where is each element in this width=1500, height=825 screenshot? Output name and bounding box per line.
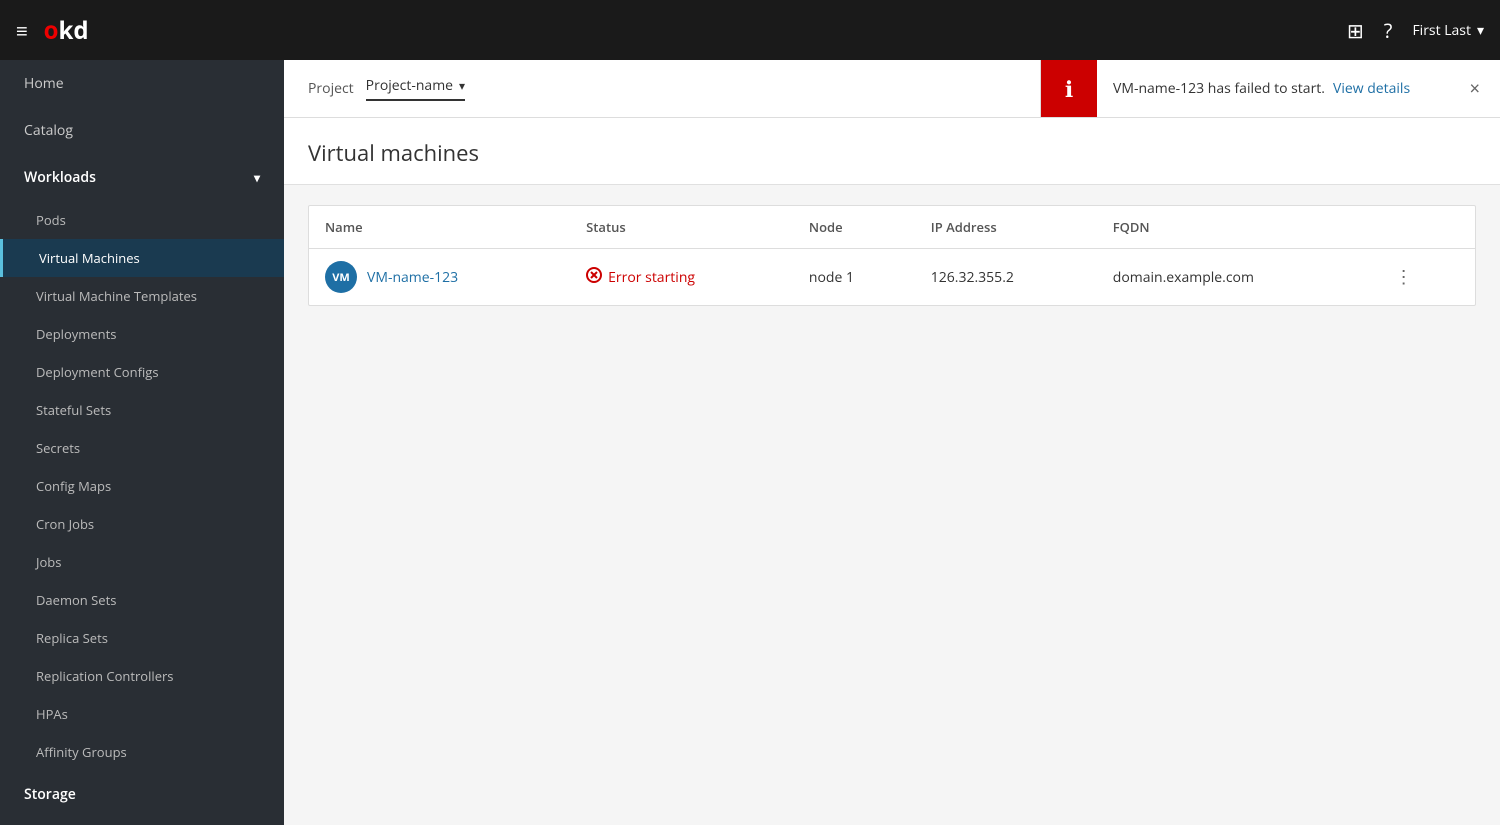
- app-logo: okd: [44, 14, 89, 47]
- col-header-actions: [1371, 206, 1475, 249]
- sidebar-replica-sets-label: Replica Sets: [36, 629, 108, 647]
- sidebar-home-label: Home: [24, 74, 64, 93]
- sidebar-daemon-sets-label: Daemon Sets: [36, 591, 116, 609]
- cell-fqdn: domain.example.com: [1097, 249, 1371, 306]
- help-icon[interactable]: ?: [1384, 17, 1393, 44]
- cell-status: Error starting: [570, 249, 793, 306]
- project-name: Project-name: [366, 76, 453, 95]
- sidebar-item-jobs[interactable]: Jobs: [0, 543, 284, 581]
- notification-icon-area: ℹ: [1041, 60, 1097, 117]
- sidebar-storage-label: Storage: [24, 785, 76, 804]
- sidebar-vm-label: Virtual Machines: [39, 249, 140, 267]
- sidebar-item-deployments[interactable]: Deployments: [0, 315, 284, 353]
- notification-message: VM-name-123 has failed to start.: [1113, 79, 1325, 98]
- vm-name-cell: VM VM-name-123: [325, 261, 554, 293]
- hamburger-menu[interactable]: ≡: [16, 17, 28, 44]
- user-menu[interactable]: First Last ▾: [1412, 21, 1484, 40]
- col-header-fqdn: FQDN: [1097, 206, 1371, 249]
- project-chevron-icon: ▾: [459, 77, 465, 94]
- workloads-chevron-icon: ▾: [254, 169, 260, 186]
- layout: Home Catalog Workloads ▾ Pods Virtual Ma…: [0, 60, 1500, 825]
- sidebar-item-replication-controllers[interactable]: Replication Controllers: [0, 657, 284, 695]
- cell-actions: ⋮: [1371, 249, 1475, 306]
- sidebar-item-hpas[interactable]: HPAs: [0, 695, 284, 733]
- table-header: Name Status Node IP Address FQDN: [309, 206, 1475, 249]
- logo-red: o: [44, 14, 59, 47]
- sidebar: Home Catalog Workloads ▾ Pods Virtual Ma…: [0, 60, 284, 825]
- sidebar-item-secrets[interactable]: Secrets: [0, 429, 284, 467]
- logo-rest: kd: [59, 14, 89, 47]
- notification-alert-icon: ℹ: [1065, 74, 1073, 104]
- sidebar-item-stateful-sets[interactable]: Stateful Sets: [0, 391, 284, 429]
- sidebar-replication-controllers-label: Replication Controllers: [36, 667, 174, 685]
- sidebar-vmt-label: Virtual Machine Templates: [36, 287, 197, 305]
- col-header-status: Status: [570, 206, 793, 249]
- vm-table: Name Status Node IP Address FQDN: [309, 206, 1475, 305]
- table-row: VM VM-name-123: [309, 249, 1475, 306]
- col-header-name: Name: [309, 206, 570, 249]
- sidebar-item-virtual-machines[interactable]: Virtual Machines: [0, 239, 284, 277]
- table-card: Name Status Node IP Address FQDN: [308, 205, 1476, 306]
- project-selector[interactable]: Project-name ▾: [366, 76, 465, 101]
- sidebar-item-virtual-machine-templates[interactable]: Virtual Machine Templates: [0, 277, 284, 315]
- notification-banner: ℹ VM-name-123 has failed to start. View …: [1040, 60, 1500, 117]
- top-bar-area: Project Project-name ▾ ℹ VM-name-123 has…: [284, 60, 1500, 118]
- cell-name: VM VM-name-123: [309, 249, 570, 306]
- sidebar-item-storage[interactable]: Storage: [0, 771, 284, 818]
- status-error: Error starting: [586, 266, 777, 288]
- sidebar-secrets-label: Secrets: [36, 439, 80, 457]
- logo-text: okd: [44, 14, 89, 47]
- table-body: VM VM-name-123: [309, 249, 1475, 306]
- sidebar-item-catalog[interactable]: Catalog: [0, 107, 284, 154]
- sidebar-pods-label: Pods: [36, 211, 66, 229]
- table-container: Name Status Node IP Address FQDN: [284, 185, 1500, 825]
- sidebar-item-config-maps[interactable]: Config Maps: [0, 467, 284, 505]
- user-label: First Last: [1412, 21, 1471, 40]
- col-header-ip: IP Address: [915, 206, 1097, 249]
- sidebar-catalog-label: Catalog: [24, 121, 73, 140]
- notification-content-area: VM-name-123 has failed to start. View de…: [1097, 60, 1500, 117]
- notification-view-details-link[interactable]: View details: [1333, 79, 1410, 98]
- error-icon: [586, 266, 602, 288]
- sidebar-item-workloads[interactable]: Workloads ▾: [0, 154, 284, 201]
- sidebar-deployments-label: Deployments: [36, 325, 116, 343]
- sidebar-item-pods[interactable]: Pods: [0, 201, 284, 239]
- top-navigation: ≡ okd ⊞ ? First Last ▾: [0, 0, 1500, 60]
- notification-close-button[interactable]: ×: [1465, 74, 1484, 103]
- sidebar-item-daemon-sets[interactable]: Daemon Sets: [0, 581, 284, 619]
- sidebar-workloads-label: Workloads: [24, 168, 96, 187]
- table-header-row: Name Status Node IP Address FQDN: [309, 206, 1475, 249]
- sidebar-config-maps-label: Config Maps: [36, 477, 111, 495]
- sidebar-jobs-label: Jobs: [36, 553, 61, 571]
- sidebar-hpas-label: HPAs: [36, 705, 68, 723]
- sidebar-item-cron-jobs[interactable]: Cron Jobs: [0, 505, 284, 543]
- topnav-right-area: ⊞ ? First Last ▾: [1347, 17, 1484, 44]
- col-header-node: Node: [793, 206, 915, 249]
- project-label: Project: [308, 79, 354, 98]
- sidebar-affinity-groups-label: Affinity Groups: [36, 743, 127, 761]
- status-text: Error starting: [608, 268, 695, 287]
- page-header: Virtual machines: [284, 118, 1500, 185]
- sidebar-item-home[interactable]: Home: [0, 60, 284, 107]
- grid-icon[interactable]: ⊞: [1347, 17, 1364, 44]
- kebab-menu-button[interactable]: ⋮: [1387, 261, 1421, 293]
- page-title: Virtual machines: [308, 138, 1476, 168]
- sidebar-item-deployment-configs[interactable]: Deployment Configs: [0, 353, 284, 391]
- sidebar-cron-jobs-label: Cron Jobs: [36, 515, 94, 533]
- user-chevron-icon: ▾: [1477, 21, 1484, 40]
- main-content: Project Project-name ▾ ℹ VM-name-123 has…: [284, 60, 1500, 825]
- sidebar-item-affinity-groups[interactable]: Affinity Groups: [0, 733, 284, 771]
- sidebar-stateful-sets-label: Stateful Sets: [36, 401, 111, 419]
- cell-node: node 1: [793, 249, 915, 306]
- vm-name[interactable]: VM-name-123: [367, 268, 458, 287]
- top-bar-inner: Project Project-name ▾ ℹ VM-name-123 has…: [284, 60, 1500, 117]
- sidebar-deployment-configs-label: Deployment Configs: [36, 363, 159, 381]
- vm-avatar: VM: [325, 261, 357, 293]
- cell-ip: 126.32.355.2: [915, 249, 1097, 306]
- sidebar-item-replica-sets[interactable]: Replica Sets: [0, 619, 284, 657]
